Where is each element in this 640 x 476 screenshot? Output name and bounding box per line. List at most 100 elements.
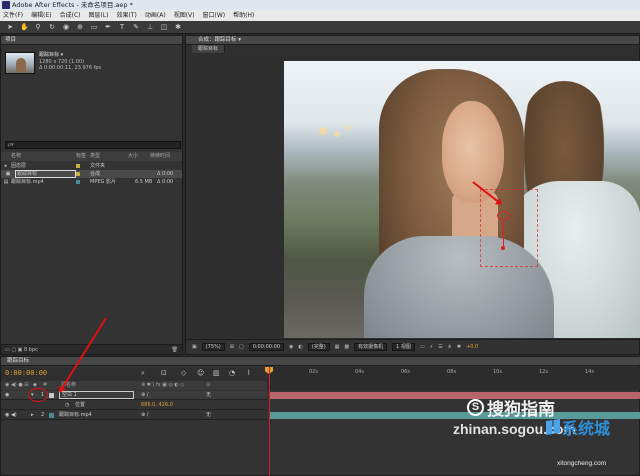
frame-blending-icon[interactable]: ▥ [213, 369, 220, 377]
show-channel-icon[interactable]: ◐ [298, 344, 302, 350]
shy-layers-icon[interactable]: ☺ [197, 369, 204, 377]
menu-animation[interactable]: 动画(A) [145, 10, 166, 21]
video-frame[interactable] [284, 61, 640, 338]
switches-header[interactable]: ⊕ ✱ \ fx ▣ ◎ ◐ ◇ [141, 381, 184, 390]
bpc-label[interactable]: 8 bpc [24, 347, 38, 353]
col-type[interactable]: 类型 [90, 152, 128, 161]
brush-tool-icon[interactable]: ✎ [132, 23, 140, 31]
menu-edit[interactable]: 编辑(E) [31, 10, 51, 21]
stopwatch-icon[interactable]: ◷ [65, 401, 69, 410]
parent-dropdown[interactable]: 无 [206, 391, 211, 400]
trash-icon[interactable]: 🗑 [172, 345, 178, 355]
layer-color-swatch[interactable] [49, 413, 54, 418]
graph-editor-icon[interactable]: ⌇ [247, 369, 250, 377]
new-folder-icon[interactable]: ▢ [11, 347, 16, 353]
project-item[interactable]: ▤ 跟踪目标.mp4 MPEG 影片 6.5 MB Δ 0:00 [1, 178, 182, 186]
zoom-tool-icon[interactable]: ⚲ [34, 23, 42, 31]
tracker-search-region[interactable] [480, 189, 538, 267]
timeline-layer-row[interactable]: ◉ ◀) ▸ 2 跟踪目标.mp4 ⊕ / 无 [1, 411, 267, 420]
zoom-dropdown[interactable]: (75%) [201, 343, 225, 351]
safe-margins-icon[interactable]: ⊞ [230, 344, 234, 350]
interpret-footage-icon[interactable]: ▭ [5, 347, 10, 353]
hand-tool-icon[interactable]: ✋ [20, 23, 29, 31]
eraser-tool-icon[interactable]: ◫ [160, 23, 168, 31]
composition-tab[interactable]: 合成：跟踪目标 ▾ [198, 36, 241, 45]
track-point-icon[interactable] [497, 211, 510, 220]
rotate-tool-icon[interactable]: ↻ [48, 23, 56, 31]
col-name[interactable]: 名称 [1, 152, 76, 161]
video-visibility-icon[interactable]: ◉ ◀) [5, 411, 17, 420]
view-layout-dropdown[interactable]: 1 视图 [392, 343, 415, 351]
resolution-dropdown[interactable]: (完整) [307, 343, 330, 351]
comp-mini-flowchart-icon[interactable]: ⊡ [161, 369, 167, 377]
label-swatch[interactable] [76, 172, 80, 176]
flowchart-icon[interactable]: ⋔ [448, 344, 452, 350]
col-size[interactable]: 大小 [128, 152, 150, 161]
exposure-icon[interactable]: ✱ [457, 344, 461, 350]
exposure-value[interactable]: +0.0 [466, 344, 478, 350]
time-tick: 12s [539, 369, 548, 375]
timeline-timecode[interactable]: 0:00:00:00 [5, 369, 47, 377]
region-of-interest-icon[interactable]: ▦ [335, 344, 340, 350]
project-item[interactable]: ▸ 固态层 文件夹 [1, 162, 182, 170]
fast-preview-icon[interactable]: ⚡ [430, 344, 434, 350]
layer-switches[interactable]: ⊕ / [141, 391, 148, 400]
layer-switches[interactable]: ⊕ / [141, 411, 148, 420]
camera-dropdown[interactable]: 有效摄像机 [354, 343, 388, 351]
text-tool-icon[interactable]: T [118, 23, 126, 31]
pixel-aspect-icon[interactable]: ▭ [420, 344, 425, 350]
playhead-line[interactable] [269, 367, 270, 476]
footage-icon: ▤ [3, 179, 9, 185]
project-item-selected[interactable]: ▣ 跟踪目标 合成 Δ 0:00 [1, 170, 182, 178]
parent-header[interactable]: ⊙ [206, 381, 210, 390]
menu-composition[interactable]: 合成(C) [60, 10, 81, 21]
col-label[interactable]: 标签 [76, 152, 90, 161]
comp-duration: Δ 0:00:00:11, 23.976 fps [39, 65, 102, 71]
bokeh-light [346, 125, 351, 130]
pen-tool-icon[interactable]: ✒ [104, 23, 112, 31]
camera-tool-icon[interactable]: ◉ [62, 23, 70, 31]
clone-stamp-tool-icon[interactable]: ⊥ [146, 23, 154, 31]
position-value[interactable]: 686.0, 426.0 [141, 401, 173, 410]
layer-name[interactable]: 跟踪目标.mp4 [59, 411, 92, 420]
col-duration[interactable]: 持续时间 [150, 152, 180, 161]
video-visibility-icon[interactable]: ◉ [5, 391, 9, 400]
av-features-icon[interactable]: ◉ ◀) ● ⊟ [5, 381, 28, 390]
menu-layer[interactable]: 图层(L) [89, 10, 109, 21]
comp-subtab[interactable]: 跟踪目标 [192, 45, 226, 53]
project-search-input[interactable]: ρ▾ [5, 141, 181, 149]
menu-window[interactable]: 窗口(W) [202, 10, 225, 21]
position-property-row[interactable]: ◷ 位置 686.0, 426.0 [1, 401, 267, 410]
label-swatch[interactable] [76, 180, 80, 184]
draft-3d-icon[interactable]: ◇ [181, 369, 186, 377]
pan-behind-tool-icon[interactable]: ⊕ [76, 23, 84, 31]
mask-visibility-icon[interactable]: ▢ [239, 344, 244, 350]
menu-effect[interactable]: 效果(T) [117, 10, 137, 21]
time-ruler[interactable]: 02s 04s 06s 08s 10s 12s 14s [267, 367, 640, 390]
comp-info: 跟踪目标 ▾ 1280 x 720 (1.00) Δ 0:00:00:11, 2… [39, 52, 101, 72]
always-preview-icon[interactable]: ▣ [192, 344, 197, 350]
new-comp-icon[interactable]: ▣ [18, 347, 23, 353]
menu-view[interactable]: 视图(V) [174, 10, 195, 21]
layer-color-swatch[interactable] [49, 393, 54, 398]
expand-layer-icon[interactable]: ▸ [31, 411, 34, 420]
puppet-tool-icon[interactable]: ✱ [174, 23, 182, 31]
null-layer-bar[interactable] [269, 392, 640, 399]
menu-help[interactable]: 帮助(H) [233, 10, 254, 21]
transparency-grid-icon[interactable]: ▩ [344, 344, 349, 350]
project-panel-tab[interactable]: 项目 [1, 36, 182, 45]
layer-name[interactable]: 空白 1 [59, 391, 134, 399]
motion-blur-icon[interactable]: ◔ [229, 369, 235, 377]
parent-dropdown[interactable]: 无 [206, 411, 211, 420]
timeline-comp-tab[interactable]: 跟踪目标 [7, 357, 29, 366]
current-time-field[interactable]: 0:00:00:00 [248, 343, 285, 351]
menu-file[interactable]: 文件(F) [3, 10, 23, 21]
selection-tool-icon[interactable]: ➤ [6, 23, 14, 31]
motion-path-keyframe[interactable] [501, 246, 505, 250]
search-layers-icon[interactable]: ⌕ [141, 369, 145, 378]
label-swatch[interactable] [76, 164, 80, 168]
timeline-icon[interactable]: ☰ [438, 344, 442, 350]
windows-logo-icon [546, 419, 560, 435]
rectangle-tool-icon[interactable]: ▭ [90, 23, 98, 31]
snapshot-icon[interactable]: ◉ [289, 344, 293, 350]
